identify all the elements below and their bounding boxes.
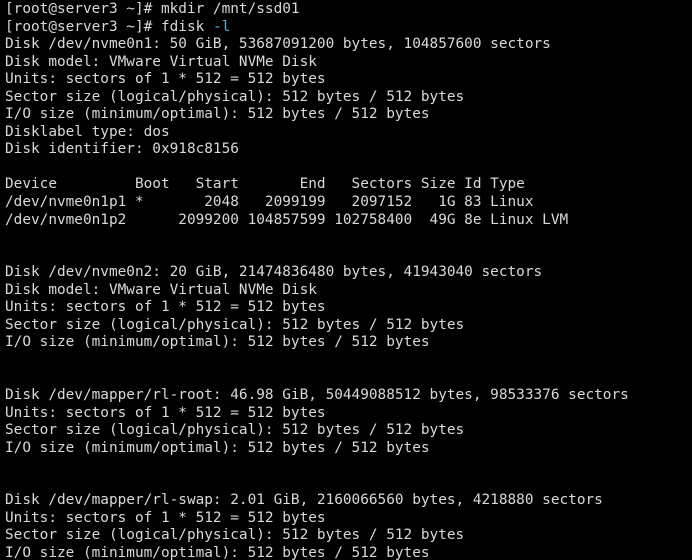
terminal-text: Sector size (logical/physical): 512 byte… <box>5 422 465 439</box>
terminal-text: I/O size (minimum/optimal): 512 bytes / … <box>5 544 430 560</box>
terminal-line: Device Boot Start End Sectors Size Id Ty… <box>5 176 692 194</box>
terminal-line: Disk model: VMware Virtual NVMe Disk <box>5 54 692 72</box>
terminal-line: /dev/nvme0n1p2 2099200 104857599 1027584… <box>5 212 692 230</box>
terminal-text: Sector size (logical/physical): 512 byte… <box>5 316 465 333</box>
terminal-text: Device Boot Start End Sectors Size Id Ty… <box>5 176 525 193</box>
terminal-window[interactable]: [root@server3 ~]# mkdir /mnt/ssd01 [root@… <box>0 0 692 560</box>
terminal-line: Sector size (logical/physical): 512 byte… <box>5 527 692 545</box>
terminal-text: Units: sectors of 1 * 512 = 512 bytes <box>5 71 326 88</box>
terminal-line: Sector size (logical/physical): 512 byte… <box>5 422 692 440</box>
terminal-line: Units: sectors of 1 * 512 = 512 bytes <box>5 71 692 89</box>
terminal-line: I/O size (minimum/optimal): 512 bytes / … <box>5 334 692 352</box>
terminal-line: I/O size (minimum/optimal): 512 bytes / … <box>5 545 692 560</box>
terminal-text: /dev/nvme0n1p1 * 2048 2099199 2097152 1G… <box>5 194 534 211</box>
terminal-line: Disk model: VMware Virtual NVMe Disk <box>5 282 692 300</box>
terminal-line: I/O size (minimum/optimal): 512 bytes / … <box>5 106 692 124</box>
terminal-line: Units: sectors of 1 * 512 = 512 bytes <box>5 299 692 317</box>
terminal-text: Disk /dev/nvme0n2: 20 GiB, 21474836480 b… <box>5 264 543 281</box>
terminal-text: /dev/nvme0n1p2 2099200 104857599 1027584… <box>5 211 569 228</box>
terminal-text: Disk /dev/nvme0n1: 50 GiB, 53687091200 b… <box>5 36 551 53</box>
command-option: -l <box>212 18 231 35</box>
terminal-line: Disk /dev/nvme0n1: 50 GiB, 53687091200 b… <box>5 36 692 54</box>
terminal-line: [root@server3 ~]# mkdir /mnt/ssd01 <box>5 1 692 19</box>
terminal-line: Disk /dev/nvme0n2: 20 GiB, 21474836480 b… <box>5 264 692 282</box>
terminal-text: Disk identifier: 0x918c8156 <box>5 141 239 158</box>
terminal-line: Sector size (logical/physical): 512 byte… <box>5 89 692 107</box>
terminal-line: [root@server3 ~]# fdisk -l <box>5 19 692 37</box>
terminal-text: I/O size (minimum/optimal): 512 bytes / … <box>5 334 430 351</box>
terminal-text: [root@server3 ~]# mkdir /mnt/ssd01 <box>5 1 300 17</box>
terminal-text: Units: sectors of 1 * 512 = 512 bytes <box>5 299 326 316</box>
terminal-line: Disklabel type: dos <box>5 124 692 142</box>
terminal-line: Disk /dev/mapper/rl-root: 46.98 GiB, 504… <box>5 387 692 405</box>
terminal-line: Sector size (logical/physical): 512 byte… <box>5 317 692 335</box>
terminal-text: Disk model: VMware Virtual NVMe Disk <box>5 281 317 298</box>
terminal-line: I/O size (minimum/optimal): 512 bytes / … <box>5 440 692 458</box>
terminal-line: Units: sectors of 1 * 512 = 512 bytes <box>5 510 692 528</box>
terminal-line: /dev/nvme0n1p1 * 2048 2099199 2097152 1G… <box>5 194 692 212</box>
terminal-text: Sector size (logical/physical): 512 byte… <box>5 527 465 544</box>
terminal-text: Units: sectors of 1 * 512 = 512 bytes <box>5 404 326 421</box>
terminal-text: Disk /dev/mapper/rl-swap: 2.01 GiB, 2160… <box>5 492 603 509</box>
terminal-text: I/O size (minimum/optimal): 512 bytes / … <box>5 106 430 123</box>
terminal-line: Units: sectors of 1 * 512 = 512 bytes <box>5 405 692 423</box>
terminal-text: Disk model: VMware Virtual NVMe Disk <box>5 53 317 70</box>
terminal-line: Disk identifier: 0x918c8156 <box>5 141 692 159</box>
terminal-text: I/O size (minimum/optimal): 512 bytes / … <box>5 439 430 456</box>
terminal-text: Disk /dev/mapper/rl-root: 46.98 GiB, 504… <box>5 387 629 404</box>
terminal-line: Disk /dev/mapper/rl-swap: 2.01 GiB, 2160… <box>5 492 692 510</box>
terminal-text: Disklabel type: dos <box>5 123 170 140</box>
terminal-text: Units: sectors of 1 * 512 = 512 bytes <box>5 509 326 526</box>
terminal-text: [root@server3 ~]# fdisk <box>5 18 213 35</box>
terminal-text: Sector size (logical/physical): 512 byte… <box>5 88 465 105</box>
